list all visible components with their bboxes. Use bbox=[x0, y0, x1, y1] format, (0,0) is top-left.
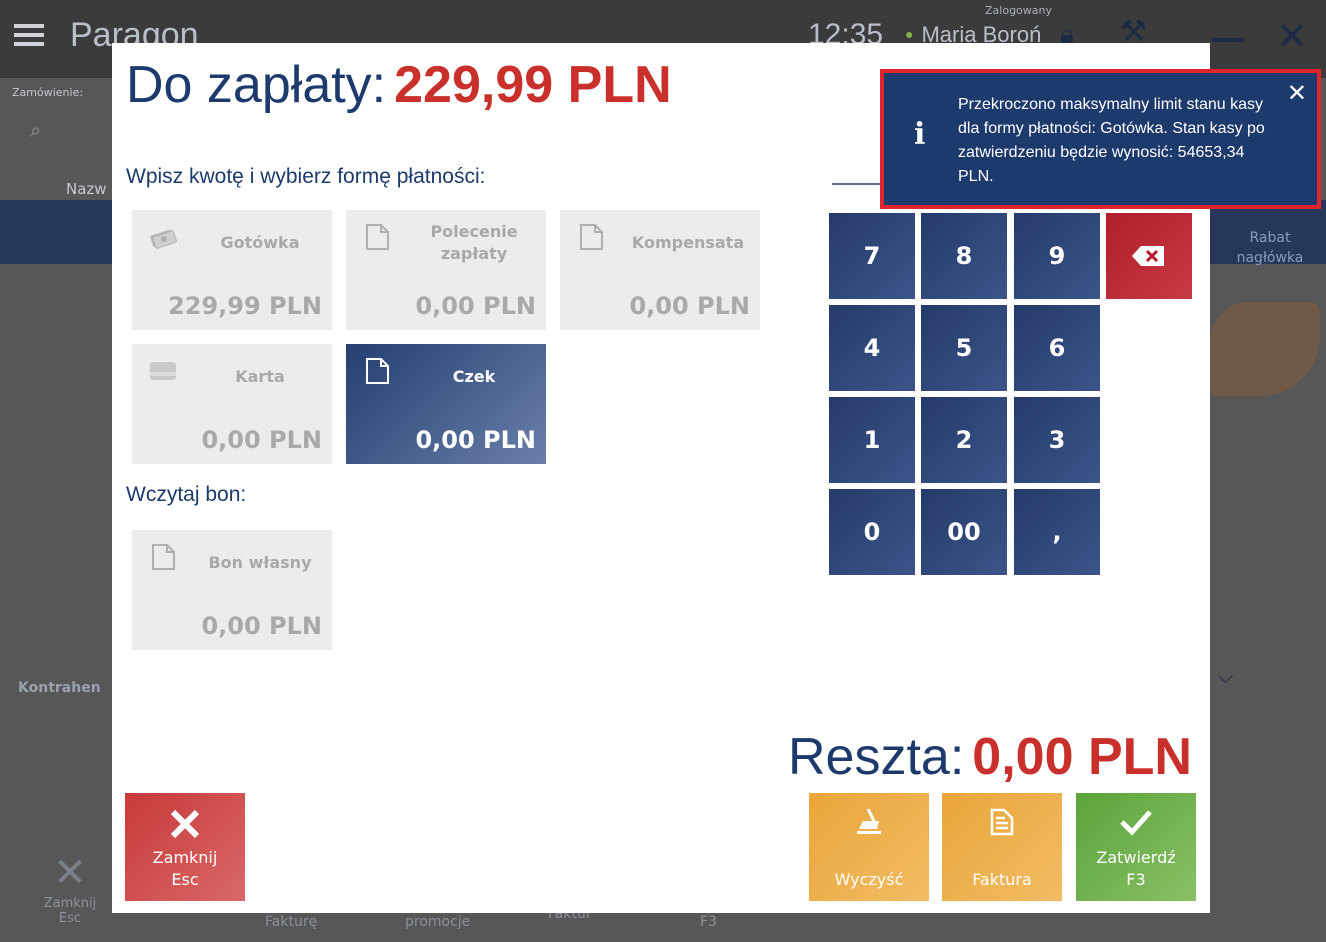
key-4[interactable]: 4 bbox=[829, 305, 915, 391]
background-kontrahent-label: Kontrahen bbox=[18, 680, 101, 696]
key-5[interactable]: 5 bbox=[921, 305, 1007, 391]
key-0[interactable]: 0 bbox=[829, 489, 915, 575]
search-icon: ⌕ bbox=[30, 118, 42, 142]
invoice-icon bbox=[942, 807, 1062, 837]
amount-due-value: 229,99 PLN bbox=[394, 56, 672, 114]
background-close-key: Esc bbox=[58, 911, 82, 926]
change-value: 0,00 PLN bbox=[972, 728, 1192, 786]
backspace-icon bbox=[1132, 246, 1164, 266]
background-close-button: ✕ Zamknij Esc bbox=[40, 850, 100, 926]
payment-tile-value: 0,00 PLN bbox=[415, 292, 536, 320]
close-button[interactable]: Zamknij Esc bbox=[125, 793, 245, 901]
key-9[interactable]: 9 bbox=[1014, 213, 1100, 299]
close-icon bbox=[125, 807, 245, 841]
clear-button-label: Wyczyść bbox=[834, 870, 904, 889]
change-heading: Reszta: 0,00 PLN bbox=[788, 727, 1192, 787]
payment-tile-direct-debit[interactable]: Polecenie zapłaty 0,00 PLN bbox=[346, 210, 546, 330]
payment-prompt: Wpisz kwotę i wybierz formę płatności: bbox=[126, 165, 486, 188]
invoice-button-label: Faktura bbox=[972, 870, 1032, 889]
key-comma[interactable]: , bbox=[1014, 489, 1100, 575]
document-icon bbox=[152, 544, 175, 570]
menu-icon bbox=[14, 24, 44, 48]
payment-tile-card[interactable]: Karta 0,00 PLN bbox=[132, 344, 332, 464]
voucher-tile[interactable]: Bon własny 0,00 PLN bbox=[132, 530, 332, 650]
invoice-button[interactable]: Faktura bbox=[942, 793, 1062, 901]
document-icon bbox=[580, 224, 603, 250]
checkmark-icon bbox=[1076, 807, 1196, 837]
payment-tile-value: 0,00 PLN bbox=[201, 426, 322, 454]
payment-tile-label: Czek bbox=[452, 367, 496, 386]
cash-limit-notification: i Przekroczono maksymalny limit stanu ka… bbox=[880, 69, 1321, 209]
key-7[interactable]: 7 bbox=[829, 213, 915, 299]
background-bottom-item: Fakturę bbox=[265, 914, 318, 930]
background-column-name: Nazw bbox=[66, 180, 107, 198]
background-product-image bbox=[1210, 302, 1320, 396]
voucher-prompt: Wczytaj bon: bbox=[126, 483, 247, 506]
key-1[interactable]: 1 bbox=[829, 397, 915, 483]
key-2[interactable]: 2 bbox=[921, 397, 1007, 483]
payment-tile-label: Polecenie zapłaty bbox=[430, 222, 518, 263]
notification-close-icon[interactable]: ✕ bbox=[1287, 79, 1307, 107]
background-bottom-item: promocje bbox=[405, 914, 471, 930]
confirm-button-key: F3 bbox=[1126, 870, 1146, 889]
background-close-label: Zamknij bbox=[43, 896, 97, 911]
window-close-icon: ✕ bbox=[1276, 14, 1308, 58]
key-6[interactable]: 6 bbox=[1014, 305, 1100, 391]
minimize-icon bbox=[1212, 38, 1244, 42]
voucher-tile-value: 0,00 PLN bbox=[201, 612, 322, 640]
chevron-down-icon: ⌵ bbox=[1218, 664, 1234, 688]
payment-tile-value: 0,00 PLN bbox=[629, 292, 750, 320]
backspace-button[interactable] bbox=[1106, 213, 1192, 299]
key-00[interactable]: 00 bbox=[921, 489, 1007, 575]
background-logged-label: Zalogowany bbox=[985, 4, 1052, 17]
close-button-label: Zamknij bbox=[152, 848, 218, 867]
amount-due-label: Do zapłaty: bbox=[126, 56, 387, 114]
notification-message: Przekroczono maksymalny limit stanu kasy… bbox=[958, 96, 1265, 185]
payment-tile-value: 0,00 PLN bbox=[415, 426, 536, 454]
broom-icon bbox=[809, 807, 929, 837]
payment-tile-label: Karta bbox=[235, 367, 285, 386]
document-icon bbox=[366, 224, 389, 250]
key-8[interactable]: 8 bbox=[921, 213, 1007, 299]
voucher-tile-label: Bon własny bbox=[208, 553, 312, 572]
confirm-button-label: Zatwierdź bbox=[1096, 848, 1176, 867]
payment-tile-value: 229,99 PLN bbox=[168, 292, 322, 320]
background-rabat-label: Rabat nagłówka bbox=[1236, 230, 1304, 266]
clear-button[interactable]: Wyczyść bbox=[809, 793, 929, 901]
document-icon bbox=[366, 358, 389, 384]
key-3[interactable]: 3 bbox=[1014, 397, 1100, 483]
payment-tile-label: Kompensata bbox=[631, 233, 745, 252]
payment-tile-cash[interactable]: Gotówka 229,99 PLN bbox=[132, 210, 332, 330]
amount-due-heading: Do zapłaty: 229,99 PLN bbox=[126, 55, 672, 115]
card-icon bbox=[150, 362, 176, 380]
change-label: Reszta: bbox=[788, 728, 965, 786]
info-icon: i bbox=[914, 117, 926, 152]
background-order-label: Zamówienie: bbox=[12, 86, 84, 99]
payment-tile-label: Gotówka bbox=[220, 233, 300, 252]
payment-tile-compensation[interactable]: Kompensata 0,00 PLN bbox=[560, 210, 760, 330]
background-bottom-item: F3 bbox=[700, 914, 717, 930]
close-icon: ✕ bbox=[53, 850, 87, 896]
close-button-key: Esc bbox=[171, 870, 199, 889]
payment-tile-cheque[interactable]: Czek 0,00 PLN bbox=[346, 344, 546, 464]
cash-icon bbox=[150, 229, 177, 249]
confirm-button[interactable]: Zatwierdź F3 bbox=[1076, 793, 1196, 901]
